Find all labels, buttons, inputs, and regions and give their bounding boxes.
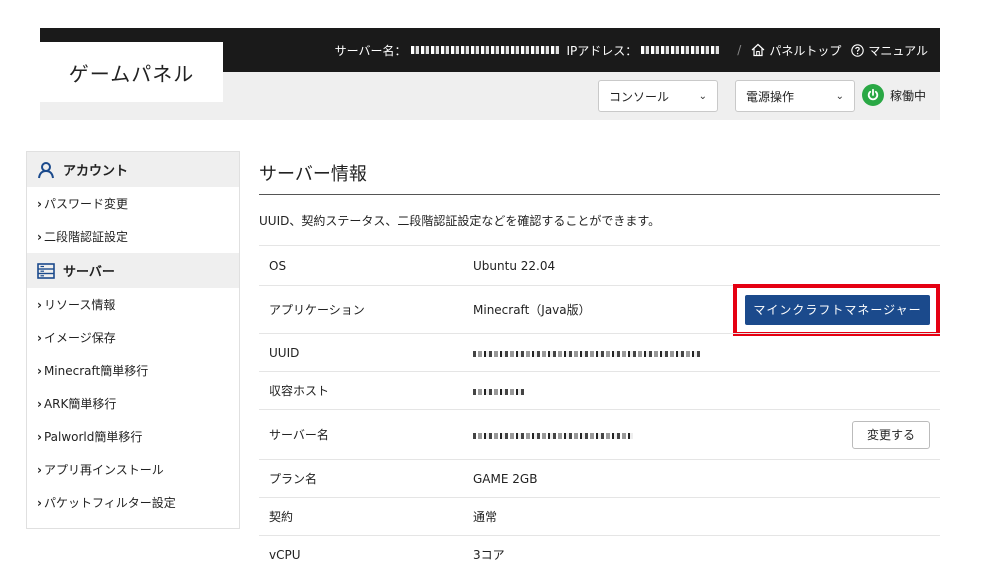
user-icon (38, 161, 54, 178)
info-value-redacted (473, 384, 940, 398)
info-row-plan: プラン名 GAME 2GB (259, 459, 940, 497)
info-value: 3コア (473, 548, 505, 562)
info-row-contract: 契約 通常 (259, 497, 940, 535)
sidebar-item-minecraft-migrate[interactable]: › Minecraft簡単移行 (27, 354, 239, 387)
sidebar-item-label: ARK簡単移行 (43, 397, 117, 411)
manual-link[interactable]: マニュアル (851, 42, 928, 59)
sidebar-item-palworld-migrate[interactable]: › Palworld簡単移行 (27, 420, 239, 453)
info-key: サーバー名 (269, 428, 329, 442)
info-value: 通常 (473, 510, 498, 524)
chevron-right-icon: › (37, 429, 42, 444)
chevron-down-icon: ⌄ (835, 90, 844, 102)
sidebar-item-image-save[interactable]: › イメージ保存 (27, 321, 239, 354)
panel-top-link[interactable]: パネルトップ (751, 42, 841, 59)
sidebar-item-password[interactable]: › パスワード変更 (27, 187, 239, 220)
main-content: サーバー情報 UUID、契約ステータス、二段階認証設定などを確認することができま… (259, 150, 940, 563)
chevron-right-icon: › (37, 396, 42, 411)
sidebar: アカウント › パスワード変更 › 二段階認証設定 サーバー › リソース情報 … (26, 151, 240, 529)
chevron-right-icon: › (37, 330, 42, 345)
panel-top-label: パネルトップ (769, 43, 842, 58)
chevron-right-icon: › (37, 363, 42, 378)
chevron-right-icon: › (37, 495, 42, 510)
info-value: Ubuntu 22.04 (473, 258, 556, 273)
sidebar-item-label: パスワード変更 (43, 197, 128, 211)
server-name-redacted (410, 46, 561, 54)
sidebar-item-app-reinstall[interactable]: › アプリ再インストール (27, 453, 239, 486)
help-icon (851, 43, 865, 57)
info-key: 契約 (269, 510, 294, 524)
chevron-right-icon: › (37, 462, 42, 477)
chevron-right-icon: › (37, 196, 42, 211)
server-name-label: サーバー名： (334, 43, 407, 58)
sidebar-heading-server-label: サーバー (63, 265, 115, 280)
power-select[interactable]: 電源操作 ⌄ (735, 80, 855, 112)
power-icon (862, 84, 884, 106)
info-key: OS (269, 258, 287, 273)
sidebar-item-label: リソース情報 (43, 298, 116, 312)
info-key: プラン名 (269, 472, 318, 486)
console-select-value: コンソール (609, 89, 670, 104)
sidebar-item-label: 二段階認証設定 (43, 230, 128, 244)
console-select[interactable]: コンソール ⌄ (598, 80, 718, 112)
info-value-redacted (473, 346, 940, 360)
server-icon (37, 262, 55, 279)
chevron-right-icon: › (37, 229, 42, 244)
ip-label: IPアドレス： (566, 43, 638, 58)
info-row-server-name: サーバー名 変更する (259, 409, 940, 459)
sidebar-heading-server: サーバー (27, 253, 239, 288)
page-description: UUID、契約ステータス、二段階認証設定などを確認することができます。 (259, 214, 661, 228)
info-row-uuid: UUID (259, 333, 940, 371)
manual-label: マニュアル (868, 43, 928, 58)
power-select-value: 電源操作 (746, 89, 795, 104)
page-title: サーバー情報 (259, 150, 940, 195)
change-server-name-button[interactable]: 変更する (852, 420, 930, 449)
sidebar-item-label: アプリ再インストール (43, 463, 164, 477)
info-row-vcpu: vCPU 3コア (259, 535, 940, 563)
sidebar-item-label: イメージ保存 (43, 331, 116, 345)
ip-redacted (641, 46, 722, 54)
sidebar-item-label: パケットフィルター設定 (43, 496, 176, 510)
sidebar-item-ark-migrate[interactable]: › ARK簡単移行 (27, 387, 239, 420)
info-key: 収容ホスト (269, 384, 330, 398)
sidebar-item-label: Palworld簡単移行 (43, 430, 143, 444)
minecraft-manager-button[interactable]: マインクラフトマネージャー (745, 294, 930, 325)
sidebar-item-label: Minecraft簡単移行 (43, 364, 149, 378)
chevron-down-icon: ⌄ (698, 90, 707, 102)
logo[interactable]: ゲームパネル (40, 42, 223, 102)
info-row-application: アプリケーション Minecraft（Java版） マインクラフトマネージャー (259, 283, 940, 336)
status-label: 稼働中 (890, 88, 927, 103)
sidebar-heading-account: アカウント (27, 152, 239, 187)
sidebar-item-packet-filter[interactable]: › パケットフィルター設定 (27, 486, 239, 519)
home-icon (751, 43, 765, 57)
info-key: UUID (269, 345, 300, 360)
server-status: 稼働中 (862, 84, 926, 106)
chevron-right-icon: › (37, 297, 42, 312)
header-separator: / (737, 43, 742, 57)
info-row-os: OS Ubuntu 22.04 (259, 245, 940, 285)
sidebar-item-2fa[interactable]: › 二段階認証設定 (27, 220, 239, 253)
sidebar-heading-account-label: アカウント (63, 164, 129, 179)
info-value: GAME 2GB (473, 471, 538, 486)
sidebar-item-resources[interactable]: › リソース情報 (27, 288, 239, 321)
info-key: アプリケーション (269, 303, 365, 317)
info-row-host: 収容ホスト (259, 371, 940, 409)
server-info-bar: サーバー名： IPアドレス： / パネルトップ マニュアル (335, 28, 938, 72)
info-key: vCPU (269, 547, 301, 562)
